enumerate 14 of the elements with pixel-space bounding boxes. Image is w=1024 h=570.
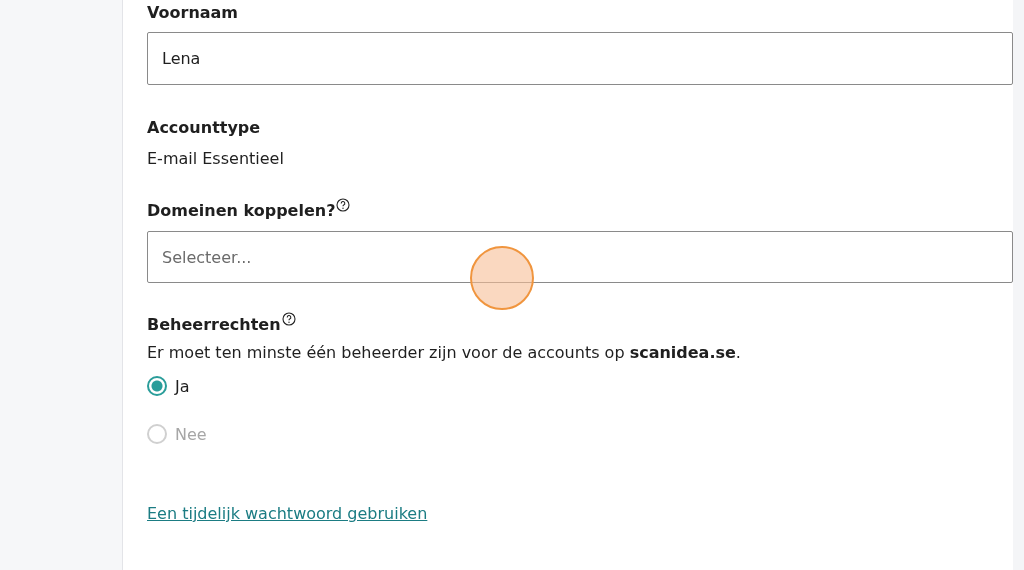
temp-password-link[interactable]: Een tijdelijk wachtwoord gebruiken: [147, 504, 428, 523]
help-icon[interactable]: [281, 312, 296, 326]
help-icon[interactable]: [336, 198, 351, 212]
account-type-value: E-mail Essentieel: [147, 149, 284, 168]
radio-label: Ja: [175, 376, 190, 396]
domain-select[interactable]: Selecteer...: [147, 231, 1013, 283]
field-label: Domeinen koppelen?: [147, 200, 336, 222]
field-label: Accounttype: [147, 117, 261, 139]
field-label: Voornaam: [147, 2, 239, 24]
field-label: Beheerrechten: [147, 314, 281, 336]
admin-note: Er moet ten minste één beheerder zijn voor de accounts op scanidea.se.: [147, 343, 741, 362]
radio-label: Nee: [175, 424, 207, 444]
radio-button[interactable]: [147, 376, 167, 396]
first-name-field[interactable]: Lena: [147, 32, 1013, 85]
